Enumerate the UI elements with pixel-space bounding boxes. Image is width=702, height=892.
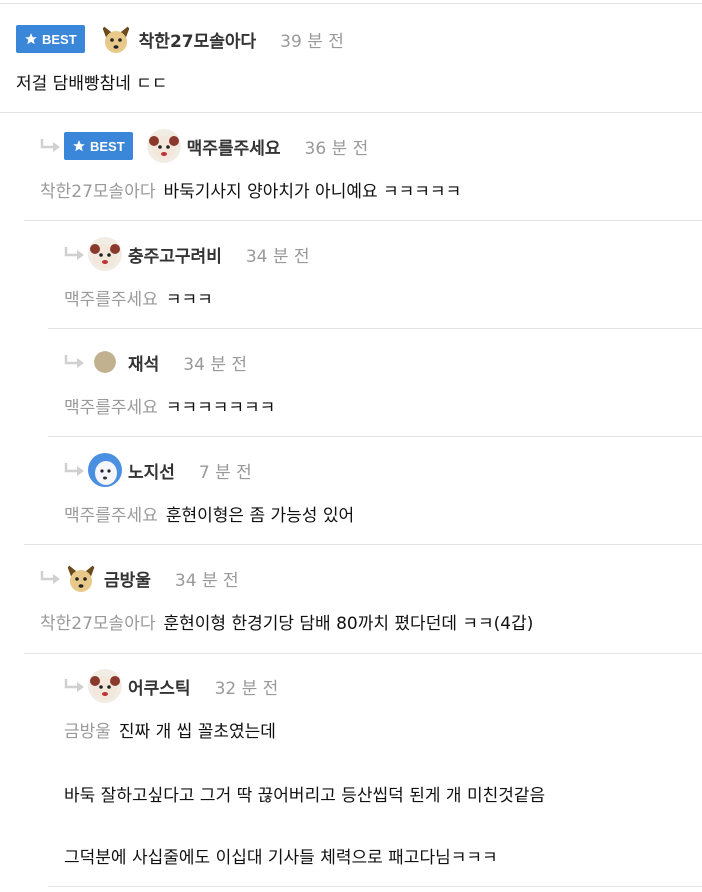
timestamp: 34 분 전 [183,354,248,375]
mention[interactable]: 맥주를주세요 [64,290,158,310]
username[interactable]: 금방울 [104,566,151,591]
avatar[interactable] [88,237,122,271]
username[interactable]: 노지선 [128,458,175,483]
best-badge: BEST [64,132,133,160]
comment-text: 맥주를주세요 ㅋㅋㅋㅋㅋㅋㅋ [64,398,276,418]
comment-header: 어쿠스틱 32 분 전 [64,669,278,703]
star-icon [25,33,37,45]
comment-text: 맥주를주세요 ㅋㅋㅋ [64,290,213,310]
timestamp: 34 분 전 [174,570,239,591]
divider [24,653,702,654]
mention[interactable]: 맥주를주세요 [64,506,158,526]
divider [24,220,702,221]
username[interactable]: 맥주를주세요 [187,134,281,159]
comment-text: 바둑 잘하고싶다고 그거 딱 끊어버리고 등산씹덕 된게 개 미친것같음 [64,786,546,806]
avatar[interactable] [88,453,122,487]
divider [48,436,702,437]
comment-header: 금방울 34 분 전 [40,561,239,595]
mention[interactable]: 착한27모솔아다 [40,182,155,202]
reply-arrow-icon [40,139,60,152]
comment-text: 착한27모솔아다 훈현이형 한경기당 담배 80까치 폈다던데 ㅋㅋ(4갑) [40,614,534,634]
avatar[interactable] [64,561,98,595]
reply-arrow-icon [64,247,84,260]
comment-text: 저걸 담배빵참네 ㄷㄷ [16,74,168,94]
timestamp: 34 분 전 [245,246,310,267]
avatar[interactable] [98,22,133,56]
mention[interactable]: 맥주를주세요 [64,398,158,418]
comment-text: 금방울 진짜 개 씹 꼴초였는데 [64,722,276,742]
reply-arrow-icon [40,571,60,584]
reply-arrow-icon [64,355,84,368]
timestamp: 39 분 전 [280,31,344,52]
divider [0,112,702,113]
avatar[interactable] [146,129,181,163]
best-badge: BEST [16,25,85,53]
comment-header: BEST 맥주를주세요 36 분 전 [40,129,368,163]
comment-text: 그덕분에 사십줄에도 이십대 기사들 체력으로 패고다님ㅋㅋㅋ [64,848,498,868]
timestamp: 7 분 전 [198,462,252,483]
username[interactable]: 재석 [128,350,159,375]
timestamp: 32 분 전 [214,678,279,699]
reply-arrow-icon [64,463,84,476]
divider [48,328,702,329]
comment-header: 노지선 7 분 전 [64,453,252,487]
reply-arrow-icon [64,679,84,692]
timestamp: 36 분 전 [304,138,369,159]
star-icon [73,140,85,152]
comment-text: 착한27모솔아다 바둑기사지 양아치가 아니예요 ㅋㅋㅋㅋㅋ [40,182,462,202]
divider [0,3,702,4]
divider [24,544,702,545]
avatar[interactable] [94,351,116,373]
username[interactable]: 착한27모솔아다 [139,27,257,52]
divider [48,886,702,887]
comment-text: 맥주를주세요 훈현이형은 좀 가능성 있어 [64,506,355,526]
username[interactable]: 충주고구려비 [128,242,222,267]
mention[interactable]: 금방울 [64,722,111,742]
comment-header: 충주고구려비 34 분 전 [64,237,310,271]
mention[interactable]: 착한27모솔아다 [40,614,155,634]
username[interactable]: 어쿠스틱 [128,674,191,699]
avatar[interactable] [88,669,122,703]
comment-header: BEST 착한27모솔아다 39 분 전 [16,22,344,56]
comment-header: 재석 34 분 전 [64,345,247,379]
